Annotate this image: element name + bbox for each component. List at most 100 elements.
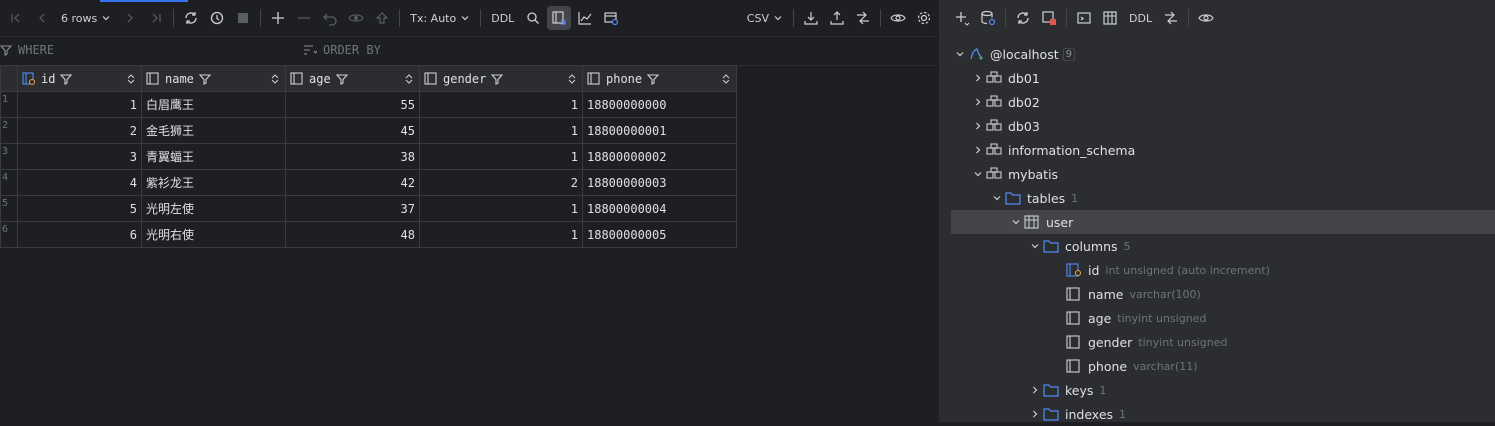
view-options-button[interactable] bbox=[1194, 6, 1218, 30]
tree-node-host[interactable]: @localhost 9 bbox=[939, 42, 1495, 66]
cell-name[interactable]: 紫衫龙王 bbox=[141, 169, 286, 196]
chevron-right-icon[interactable] bbox=[971, 121, 985, 131]
cell-gender[interactable]: 2 bbox=[419, 169, 583, 196]
tree-node-columns[interactable]: columns 5 bbox=[939, 234, 1495, 258]
cell-age[interactable]: 37 bbox=[285, 195, 420, 222]
next-page-button[interactable] bbox=[118, 6, 142, 30]
cell-gender[interactable]: 1 bbox=[419, 117, 583, 144]
table-row[interactable]: 4 4 紫衫龙王 42 2 18800000003 bbox=[0, 169, 737, 196]
rows-count-dropdown[interactable]: 6 rows bbox=[56, 6, 116, 30]
column-header-name[interactable]: name bbox=[141, 65, 286, 92]
table-editor-button[interactable] bbox=[1098, 6, 1122, 30]
cell-gender[interactable]: 1 bbox=[419, 91, 583, 118]
cell-age[interactable]: 42 bbox=[285, 169, 420, 196]
column-header-phone[interactable]: phone bbox=[582, 65, 737, 92]
cell-id[interactable]: 1 bbox=[17, 91, 142, 118]
sort-icon[interactable] bbox=[568, 73, 576, 85]
cell-gender[interactable]: 1 bbox=[419, 221, 583, 248]
filter-icon[interactable] bbox=[60, 73, 73, 85]
tree-node-column-gender[interactable]: gender tinyint unsigned bbox=[939, 330, 1495, 354]
table-row[interactable]: 5 5 光明左使 37 1 18800000004 bbox=[0, 195, 737, 222]
cell-phone[interactable]: 18800000001 bbox=[582, 117, 737, 144]
import-button[interactable] bbox=[825, 6, 849, 30]
tree-node-db03[interactable]: db03 bbox=[939, 114, 1495, 138]
ddl-button[interactable]: DDL bbox=[486, 6, 519, 30]
filter-icon[interactable] bbox=[647, 73, 660, 85]
first-page-button[interactable] bbox=[4, 6, 28, 30]
column-header-age[interactable]: age bbox=[285, 65, 420, 92]
cell-phone[interactable]: 18800000004 bbox=[582, 195, 737, 222]
data-source-properties-button[interactable] bbox=[976, 6, 1000, 30]
table-row[interactable]: 6 6 光明右使 48 1 18800000005 bbox=[0, 221, 737, 248]
chevron-right-icon[interactable] bbox=[971, 73, 985, 83]
cell-phone[interactable]: 18800000000 bbox=[582, 91, 737, 118]
tree-node-tables[interactable]: tables 1 bbox=[939, 186, 1495, 210]
chevron-down-icon[interactable] bbox=[990, 193, 1004, 203]
column-header-id[interactable]: id bbox=[17, 65, 142, 92]
tree-node-keys[interactable]: keys 1 bbox=[939, 378, 1495, 402]
cell-id[interactable]: 3 bbox=[17, 143, 142, 170]
cell-id[interactable]: 4 bbox=[17, 169, 142, 196]
tree-node-db02[interactable]: db02 bbox=[939, 90, 1495, 114]
filter-icon[interactable] bbox=[335, 73, 348, 85]
last-page-button[interactable] bbox=[144, 6, 168, 30]
chevron-right-icon[interactable] bbox=[971, 145, 985, 155]
settings-button[interactable] bbox=[912, 6, 936, 30]
sort-icon[interactable] bbox=[405, 73, 413, 85]
add-row-button[interactable] bbox=[266, 6, 290, 30]
tree-node-indexes[interactable]: indexes 1 bbox=[939, 402, 1495, 426]
chevron-down-icon[interactable] bbox=[1009, 217, 1023, 227]
sort-icon[interactable] bbox=[127, 73, 135, 85]
chevron-down-icon[interactable] bbox=[1028, 241, 1042, 251]
tree-node-db01[interactable]: db01 bbox=[939, 66, 1495, 90]
table-row[interactable]: 3 3 青翼蝠王 38 1 18800000002 bbox=[0, 143, 737, 170]
order-by-filter[interactable]: ORDER BY bbox=[303, 43, 381, 57]
table-row[interactable]: 2 2 金毛狮王 45 1 18800000001 bbox=[0, 117, 737, 144]
cell-phone[interactable]: 18800000005 bbox=[582, 221, 737, 248]
prev-page-button[interactable] bbox=[30, 6, 54, 30]
chevron-right-icon[interactable] bbox=[1028, 409, 1042, 419]
cell-name[interactable]: 青翼蝠王 bbox=[141, 143, 286, 170]
submit-button[interactable] bbox=[370, 6, 394, 30]
delete-row-button[interactable] bbox=[292, 6, 316, 30]
export-format-dropdown[interactable]: CSV bbox=[742, 6, 788, 30]
cell-name[interactable]: 白眉鹰王 bbox=[141, 91, 286, 118]
new-button[interactable] bbox=[950, 6, 974, 30]
chevron-down-icon[interactable] bbox=[971, 169, 985, 179]
cell-age[interactable]: 38 bbox=[285, 143, 420, 170]
stop-button[interactable] bbox=[231, 6, 255, 30]
search-button[interactable] bbox=[521, 6, 545, 30]
transaction-mode-dropdown[interactable]: Tx: Auto bbox=[405, 6, 475, 30]
tree-node-column-name[interactable]: name varchar(100) bbox=[939, 282, 1495, 306]
tree-node-column-id[interactable]: id int unsigned (auto increment) bbox=[939, 258, 1495, 282]
tree-node-column-age[interactable]: age tinyint unsigned bbox=[939, 306, 1495, 330]
cell-age[interactable]: 55 bbox=[285, 91, 420, 118]
compare-button[interactable] bbox=[1159, 6, 1183, 30]
cell-id[interactable]: 6 bbox=[17, 221, 142, 248]
revert-button[interactable] bbox=[318, 6, 342, 30]
chevron-right-icon[interactable] bbox=[971, 97, 985, 107]
cell-gender[interactable]: 1 bbox=[419, 195, 583, 222]
cell-name[interactable]: 金毛狮王 bbox=[141, 117, 286, 144]
refresh-button[interactable] bbox=[179, 6, 203, 30]
filter-icon[interactable] bbox=[198, 73, 211, 85]
preview-changes-button[interactable] bbox=[344, 6, 368, 30]
table-row[interactable]: 1 1 白眉鹰王 55 1 18800000000 bbox=[0, 91, 737, 118]
tree-node-information-schema[interactable]: information_schema bbox=[939, 138, 1495, 162]
chevron-right-icon[interactable] bbox=[1028, 385, 1042, 395]
ddl-button[interactable]: DDL bbox=[1124, 6, 1157, 30]
jump-to-console-button[interactable] bbox=[1072, 6, 1096, 30]
cell-id[interactable]: 2 bbox=[17, 117, 142, 144]
cell-phone[interactable]: 18800000002 bbox=[582, 143, 737, 170]
cell-gender[interactable]: 1 bbox=[419, 143, 583, 170]
cell-name[interactable]: 光明左使 bbox=[141, 195, 286, 222]
tree-node-column-phone[interactable]: phone varchar(11) bbox=[939, 354, 1495, 378]
history-button[interactable] bbox=[205, 6, 229, 30]
export-button[interactable] bbox=[799, 6, 823, 30]
refresh-button[interactable] bbox=[1011, 6, 1035, 30]
filter-icon[interactable] bbox=[491, 73, 504, 85]
cell-name[interactable]: 光明右使 bbox=[141, 221, 286, 248]
table-view-button[interactable] bbox=[547, 6, 572, 30]
chevron-down-icon[interactable] bbox=[953, 49, 967, 59]
disconnect-button[interactable] bbox=[1037, 6, 1061, 30]
